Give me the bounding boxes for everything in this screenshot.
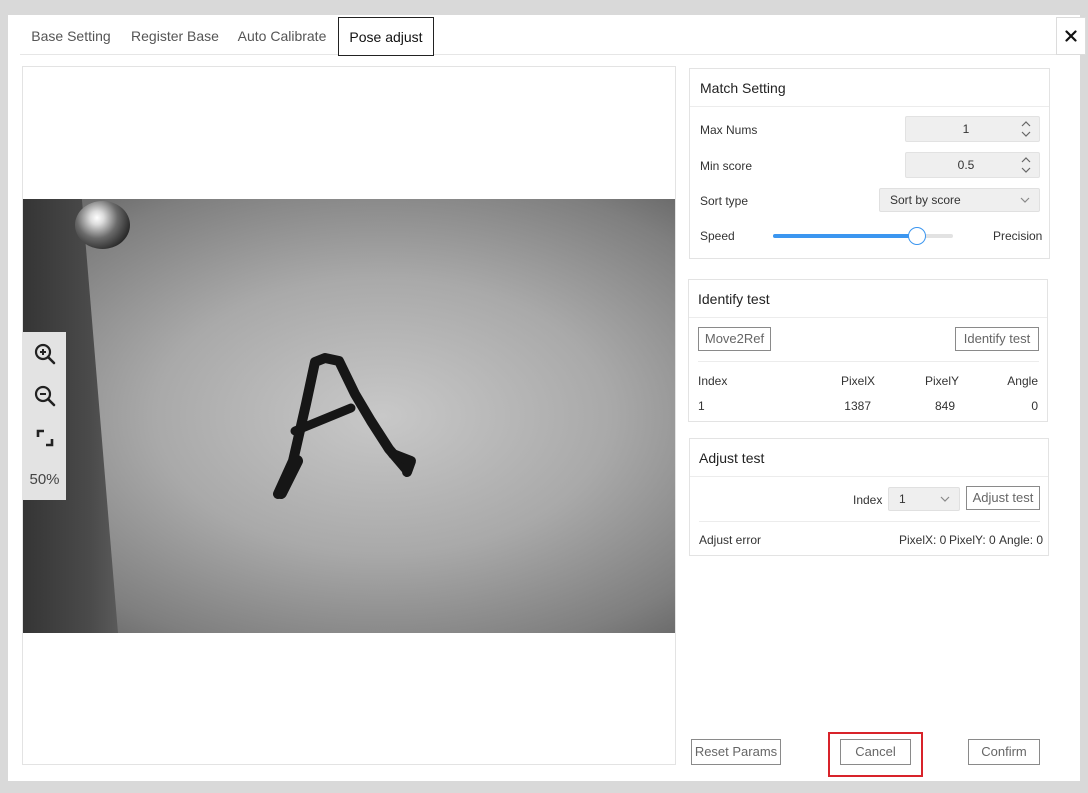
index-label: Index xyxy=(853,493,883,507)
precision-label: Precision xyxy=(993,229,1043,243)
move2ref-button[interactable]: Move2Ref xyxy=(698,327,771,351)
stepper-arrows-icon[interactable] xyxy=(1019,155,1033,175)
min-score-label: Min score xyxy=(700,159,753,173)
min-score-value: 0.5 xyxy=(957,158,975,172)
close-button[interactable] xyxy=(1056,17,1086,55)
match-setting-panel: Match Setting Max Nums 1 Min score 0.5 S… xyxy=(689,68,1050,259)
adjust-test-title: Adjust test xyxy=(690,439,1048,477)
sort-type-label: Sort type xyxy=(700,194,749,208)
adjust-error-pixely: PixelY: 0 xyxy=(949,533,996,547)
zoom-in-button[interactable] xyxy=(23,334,66,374)
divider xyxy=(699,521,1040,522)
adjust-error-label: Adjust error xyxy=(699,533,762,547)
result-cell-angle: 0 xyxy=(1031,399,1038,413)
zoom-level: 50% xyxy=(29,471,60,488)
adjust-test-panel: Adjust test Index 1 Adjust test Adjust e… xyxy=(689,438,1049,556)
index-select-value: 1 xyxy=(899,492,906,506)
result-cell-pixelx: 1387 xyxy=(844,399,871,413)
index-select[interactable]: 1 xyxy=(888,487,960,511)
close-icon xyxy=(1065,30,1077,42)
tab-pose-adjust[interactable]: Pose adjust xyxy=(338,17,434,56)
chevron-down-icon xyxy=(1020,197,1030,203)
stepper-arrows-icon[interactable] xyxy=(1019,119,1033,139)
adjust-error-pixelx: PixelX: 0 xyxy=(899,533,947,547)
pose-adjust-dialog: Base Setting Register Base Auto Calibrat… xyxy=(8,15,1086,781)
tab-auto-calibrate[interactable]: Auto Calibrate xyxy=(228,17,336,55)
column-header-index: Index xyxy=(698,374,728,388)
identify-test-title: Identify test xyxy=(689,280,1047,318)
max-nums-stepper[interactable]: 1 xyxy=(905,116,1040,142)
zoom-in-icon xyxy=(34,343,55,365)
adjust-test-button[interactable]: Adjust test xyxy=(966,486,1040,510)
result-cell-pixely: 849 xyxy=(934,399,955,413)
sort-type-select[interactable]: Sort by score xyxy=(879,188,1040,212)
fit-screen-button[interactable] xyxy=(23,418,66,458)
max-nums-label: Max Nums xyxy=(700,123,758,137)
slider-fill xyxy=(773,234,917,238)
min-score-stepper[interactable]: 0.5 xyxy=(905,152,1040,178)
identify-test-panel: Identify test Move2Ref Identify test Ind… xyxy=(688,279,1048,422)
identify-test-button[interactable]: Identify test xyxy=(955,327,1039,351)
zoom-out-icon xyxy=(34,385,55,407)
tab-base-setting[interactable]: Base Setting xyxy=(20,17,122,55)
letter-a-drawing xyxy=(273,353,416,499)
sort-type-value: Sort by score xyxy=(890,193,961,207)
result-cell-index: 1 xyxy=(698,399,705,413)
column-header-pixely: PixelY xyxy=(925,374,960,388)
cancel-button[interactable]: Cancel xyxy=(840,739,911,765)
chevron-down-icon xyxy=(940,496,950,502)
image-viewer[interactable]: 50% xyxy=(22,66,676,765)
column-header-pixelx: PixelX xyxy=(841,374,876,388)
slider-thumb[interactable] xyxy=(908,227,926,245)
max-nums-value: 1 xyxy=(962,122,970,136)
adjust-error-angle: Angle: 0 xyxy=(999,533,1044,547)
column-header-angle: Angle xyxy=(1007,374,1038,388)
fit-screen-icon xyxy=(36,429,53,447)
zoom-out-button[interactable] xyxy=(23,376,66,416)
reset-params-button[interactable]: Reset Params xyxy=(691,739,781,765)
match-setting-title: Match Setting xyxy=(690,69,1049,107)
speed-label: Speed xyxy=(700,229,735,243)
tab-bar: Base Setting Register Base Auto Calibrat… xyxy=(20,17,1056,56)
tab-register-base[interactable]: Register Base xyxy=(122,17,228,55)
divider xyxy=(698,361,1039,362)
confirm-button[interactable]: Confirm xyxy=(968,739,1040,765)
zoom-toolbar: 50% xyxy=(23,332,66,500)
camera-image xyxy=(23,199,675,633)
